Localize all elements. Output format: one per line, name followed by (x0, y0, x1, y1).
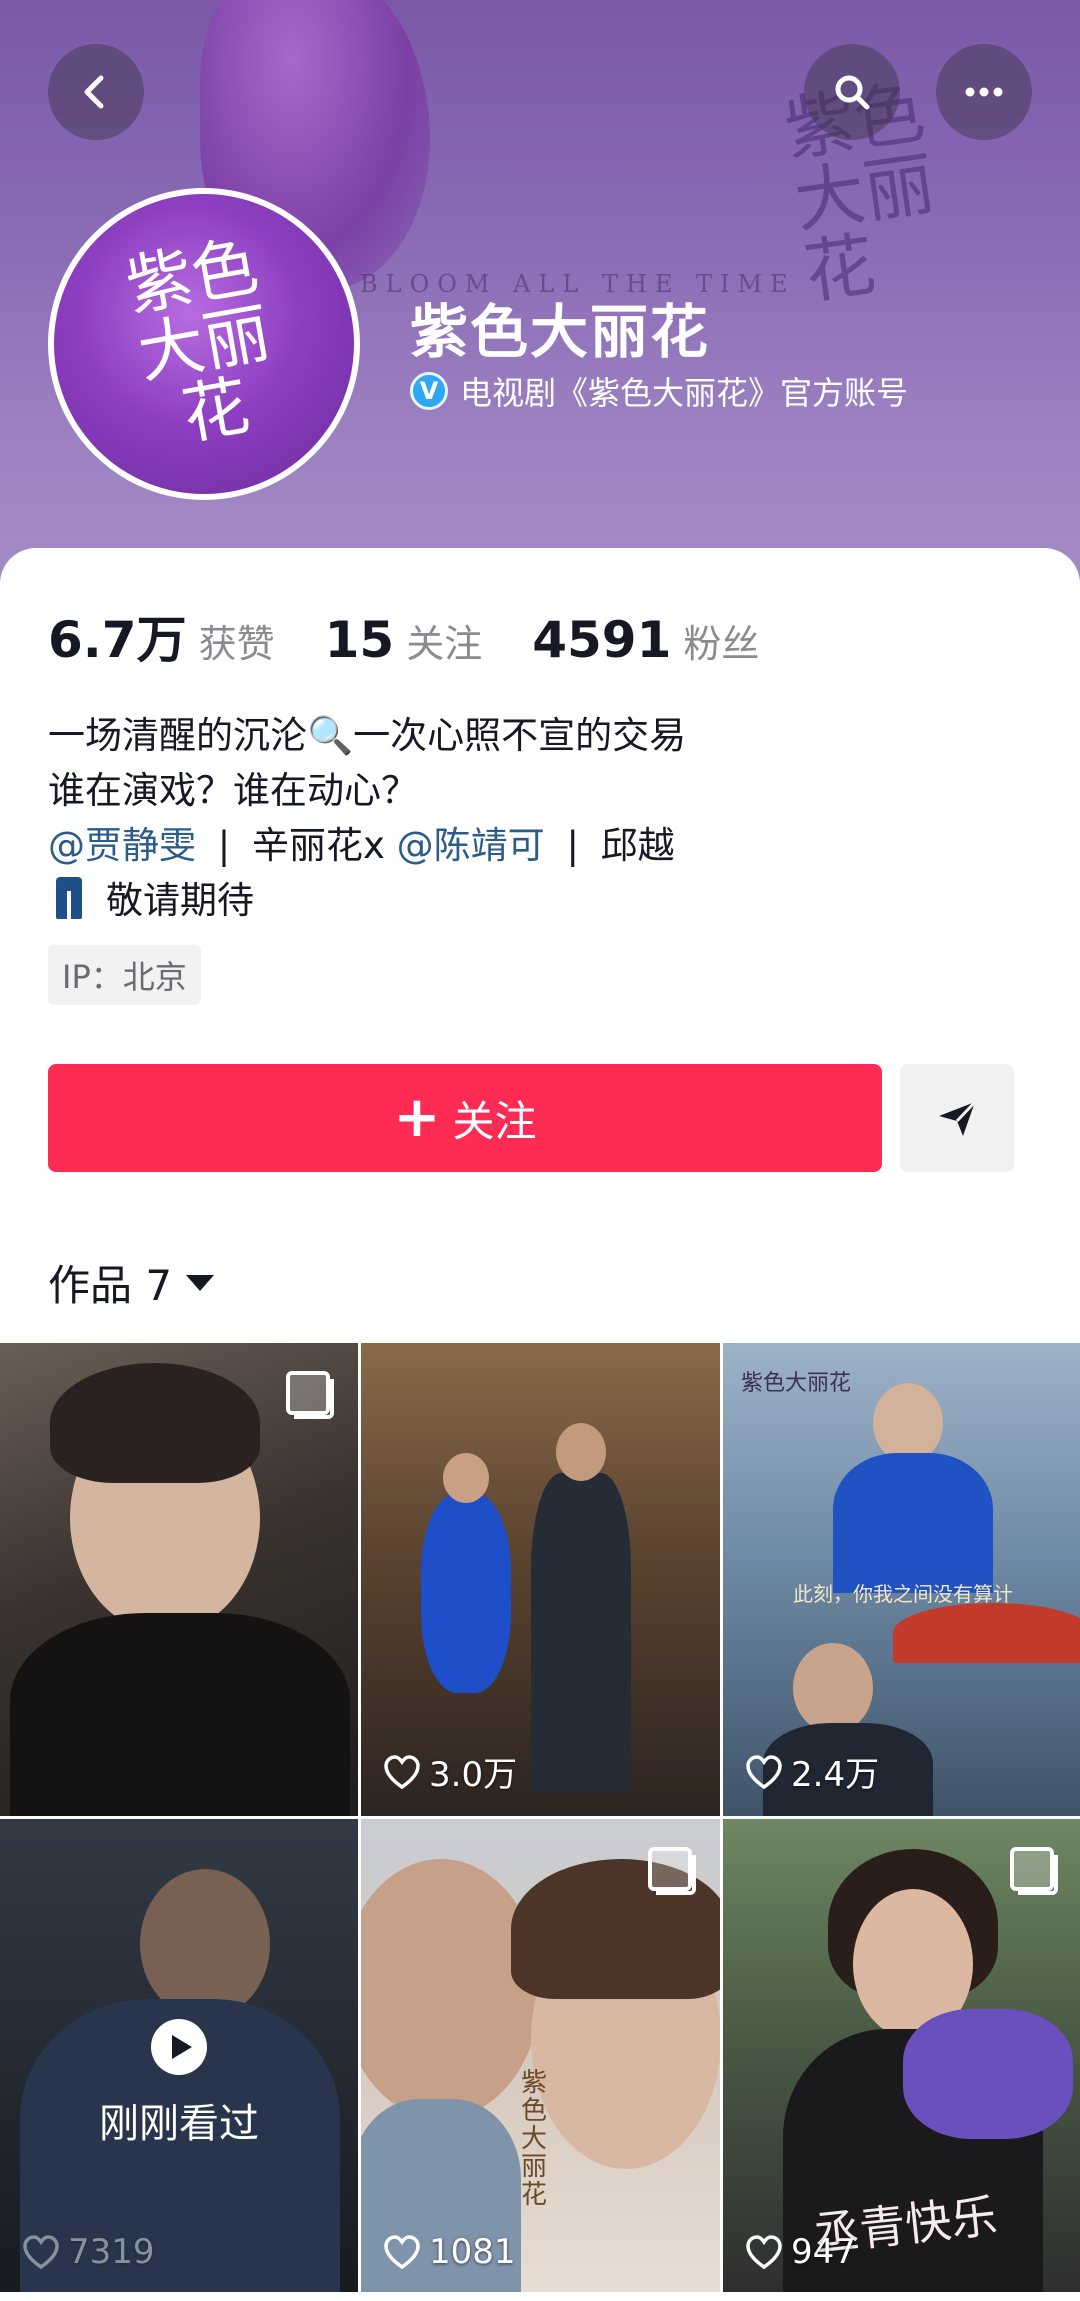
video-grid: 3.0万 紫色大丽花 此刻，你我之间没有算计 2.4万 刚刚看过 7319 紫色… (0, 1343, 1080, 2301)
bio-line: 一场清醒的沉沦🔍一次心照不宣的交易 (48, 714, 687, 757)
bio-text: 辛丽花x (252, 824, 385, 867)
heart-icon (746, 1754, 782, 1789)
send-icon (939, 1100, 977, 1136)
back-button[interactable] (48, 44, 144, 140)
video-thumbnail[interactable] (0, 1343, 358, 1816)
thumbnail-figure (531, 1473, 631, 1793)
play-icon (151, 2019, 207, 2075)
video-thumbnail[interactable]: 紫色大丽花 1081 (361, 1819, 720, 2292)
thumbnail-figure (361, 1859, 541, 2119)
ip-location-badge: IP：北京 (48, 945, 201, 1005)
like-count: 3.0万 (383, 1747, 517, 1796)
thumbnail-figure (833, 1453, 993, 1593)
multi-image-icon (1010, 1847, 1058, 1895)
profile-name: 紫色大丽花 (410, 298, 711, 366)
jeans-icon (56, 877, 82, 919)
like-count-text: 1081 (429, 2232, 516, 2272)
multi-image-icon (648, 1847, 696, 1895)
profile-stats: 6.7万 获赞 15 关注 4591 粉丝 (48, 600, 809, 672)
bio-line: 谁在演戏？谁在动心？ (48, 769, 418, 812)
plus-icon: + (393, 1085, 441, 1150)
multi-image-icon (286, 1371, 334, 1419)
avatar-logo: 紫色大丽花 (120, 227, 276, 455)
bio-text: 敬请期待 (106, 879, 254, 922)
thumbnail-umbrella (893, 1603, 1080, 1663)
stat-label: 粉丝 (683, 622, 760, 666)
like-count-text: 947 (791, 2232, 856, 2272)
heart-icon (384, 2235, 420, 2270)
thumbnail-flowers (903, 2009, 1073, 2139)
like-count-text: 7319 (68, 2232, 155, 2272)
verification-text: 电视剧《紫色大丽花》官方账号 (460, 374, 909, 412)
recently-watched-overlay: 刚刚看过 (0, 1819, 358, 2292)
heart-icon (23, 2235, 59, 2270)
thumbnail-clothing (10, 1613, 350, 1816)
like-count-text: 3.0万 (429, 1755, 518, 1795)
verified-icon: V (410, 372, 448, 410)
video-thumbnail[interactable]: 3.0万 (361, 1343, 720, 1816)
thumbnail-figure (443, 1453, 489, 1503)
bio-separator: | (217, 824, 231, 867)
mention-link[interactable]: @贾静雯 (48, 824, 196, 867)
video-thumbnail[interactable]: 紫色大丽花 此刻，你我之间没有算计 2.4万 (723, 1343, 1080, 1816)
caret-down-icon (186, 1274, 215, 1291)
follow-label: 关注 (452, 1096, 537, 1146)
like-count: 947 (745, 2232, 856, 2272)
like-count: 1081 (383, 2232, 516, 2272)
bio-separator: | (566, 824, 579, 867)
stat-label: 获赞 (198, 622, 275, 666)
like-count-text: 2.4万 (791, 1755, 880, 1795)
recently-watched-label: 刚刚看过 (99, 2101, 259, 2147)
thumbnail-figure (873, 1383, 943, 1463)
profile-page: BLOOM ALL THE TIME 紫色大丽花 紫色大丽花 紫色大丽花 V 电… (0, 0, 1080, 2301)
bio-line: 敬请期待 (48, 873, 686, 928)
stat-label: 关注 (406, 622, 483, 666)
stat-following[interactable]: 15 关注 (325, 611, 483, 669)
tab-works-label: 作品 7 (48, 1261, 173, 1310)
stat-number: 4591 (532, 611, 672, 669)
thumbnail-figure (793, 1643, 873, 1733)
stat-number: 6.7万 (48, 611, 187, 669)
bio-line: @贾静雯 | 辛丽花x @陈靖可 | 邱越 (48, 818, 686, 873)
poster-title: 紫色大丽花 (741, 1371, 852, 1396)
video-thumbnail[interactable]: 丞青快乐 947 (723, 1819, 1080, 2292)
tab-works[interactable]: 作品 7 (48, 1252, 215, 1313)
like-count: 2.4万 (745, 1747, 879, 1796)
search-button[interactable] (804, 44, 900, 140)
search-icon (835, 75, 870, 110)
heart-icon (384, 1754, 420, 1789)
thumbnail-figure (421, 1493, 511, 1693)
avatar[interactable]: 紫色大丽花 (48, 188, 360, 500)
stat-followers[interactable]: 4591 粉丝 (532, 611, 759, 669)
stat-number: 15 (324, 611, 395, 669)
follow-button[interactable]: + 关注 (48, 1064, 882, 1172)
stat-likes[interactable]: 6.7万 获赞 (48, 600, 275, 672)
more-button[interactable] (936, 44, 1032, 140)
bio-text: 邱越 (600, 824, 675, 867)
verification-label: V 电视剧《紫色大丽花》官方账号 (410, 368, 908, 414)
poster-title: 紫色大丽花 (521, 2068, 548, 2210)
more-icon (965, 87, 1003, 97)
video-thumbnail[interactable]: 刚刚看过 7319 (0, 1819, 358, 2292)
profile-bio: 一场清醒的沉沦🔍一次心照不宣的交易 谁在演戏？谁在动心？ @贾静雯 | 辛丽花x… (48, 708, 686, 928)
share-button[interactable] (900, 1064, 1014, 1172)
heart-icon (746, 2235, 782, 2270)
thumbnail-hair (50, 1363, 260, 1483)
mention-link[interactable]: @陈靖可 (397, 824, 545, 867)
like-count: 7319 (22, 2232, 155, 2272)
thumbnail-figure (556, 1423, 606, 1481)
chevron-left-icon (84, 75, 104, 109)
